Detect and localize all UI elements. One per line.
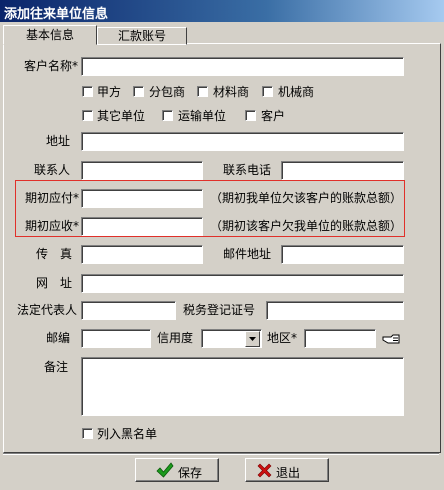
- tab-basic-info[interactable]: 基本信息: [3, 25, 97, 45]
- initial-payable-label: 期初应付*: [24, 191, 79, 205]
- type-party-a-label: 甲方: [97, 85, 122, 99]
- title-bar: 添加往来单位信息: [0, 0, 444, 22]
- website-input[interactable]: [81, 274, 404, 293]
- address-input[interactable]: [81, 132, 404, 151]
- tab-remittance-account[interactable]: 汇款账号: [97, 27, 187, 45]
- contact-label: 联系人: [33, 163, 70, 177]
- region-label: 地区*: [267, 331, 298, 345]
- postcode-input[interactable]: [81, 329, 151, 348]
- hand-pointer-icon[interactable]: [382, 331, 402, 347]
- customer-name-label: 客户名称*: [23, 59, 78, 73]
- type-material-label: 材料商: [213, 85, 250, 99]
- region-input[interactable]: [304, 329, 376, 348]
- initial-receivable-label: 期初应收*: [24, 219, 79, 233]
- type-transport-checkbox[interactable]: [162, 110, 173, 121]
- website-label: 网 址: [35, 276, 72, 290]
- contact-input[interactable]: [81, 161, 203, 180]
- tax-no-label: 税务登记证号: [183, 303, 256, 317]
- type-party-a-checkbox[interactable]: [82, 86, 93, 97]
- customer-name-input[interactable]: [81, 57, 404, 76]
- type-machinery-label: 机械商: [278, 85, 315, 99]
- exit-button-label: 退出: [276, 466, 301, 480]
- type-subcontractor-label: 分包商: [149, 85, 186, 99]
- postcode-label: 邮编: [45, 331, 70, 345]
- initial-receivable-input[interactable]: [81, 217, 203, 236]
- email-label: 邮件地址: [223, 247, 272, 261]
- initial-payable-note: （期初我单位欠该客户的账款总额）: [210, 191, 403, 205]
- save-button-label: 保存: [178, 466, 203, 480]
- legal-rep-input[interactable]: [81, 301, 176, 320]
- type-customer-checkbox[interactable]: [245, 110, 256, 121]
- type-other-label: 其它单位: [97, 109, 146, 123]
- type-customer-label: 客户: [261, 109, 286, 123]
- credit-select[interactable]: [201, 329, 262, 348]
- tax-no-input[interactable]: [266, 301, 404, 320]
- window-title: 添加往来单位信息: [4, 7, 109, 22]
- initial-receivable-note: （期初该客户欠我单位的账款总额）: [210, 219, 403, 233]
- remark-textarea[interactable]: [81, 357, 404, 416]
- type-machinery-checkbox[interactable]: [262, 86, 273, 97]
- chevron-down-icon[interactable]: [245, 331, 260, 347]
- address-label: 地址: [45, 134, 70, 148]
- phone-input[interactable]: [281, 161, 404, 180]
- separator: [3, 453, 439, 455]
- remark-label: 备注: [43, 360, 68, 374]
- email-input[interactable]: [281, 245, 404, 264]
- fax-label: 传 真: [35, 247, 72, 261]
- close-icon: [257, 463, 272, 478]
- type-subcontractor-checkbox[interactable]: [133, 86, 144, 97]
- type-transport-label: 运输单位: [178, 109, 227, 123]
- legal-rep-label: 法定代表人: [16, 303, 77, 317]
- exit-button[interactable]: 退出: [245, 458, 329, 482]
- save-button[interactable]: 保存: [135, 458, 219, 482]
- checkmark-icon: [156, 462, 174, 478]
- blacklist-checkbox[interactable]: [82, 428, 93, 439]
- type-material-checkbox[interactable]: [197, 86, 208, 97]
- fax-input[interactable]: [81, 245, 203, 264]
- phone-label: 联系电话: [223, 163, 272, 177]
- blacklist-label: 列入黑名单: [97, 427, 158, 441]
- type-other-checkbox[interactable]: [82, 110, 93, 121]
- credit-label: 信用度: [157, 331, 194, 345]
- initial-payable-input[interactable]: [81, 189, 203, 208]
